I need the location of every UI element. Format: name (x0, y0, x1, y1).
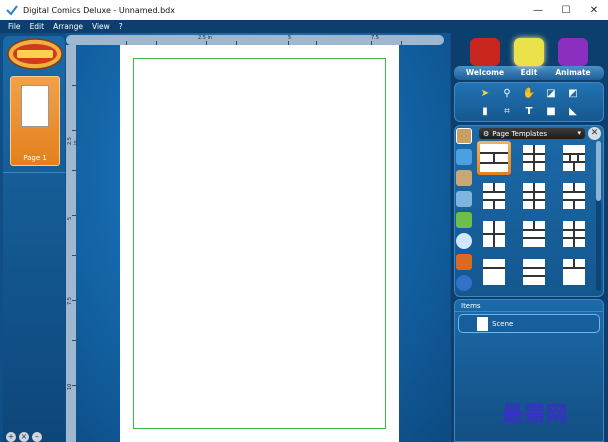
effects-category-icon[interactable] (456, 254, 472, 270)
template-item[interactable] (557, 141, 591, 175)
text-tool-icon[interactable]: T (522, 104, 536, 118)
template-category-dropdown[interactable]: ⚙ Page Templates ▾ (479, 128, 585, 139)
ruler-label: 7.5 (371, 35, 379, 41)
page-thumbnail[interactable]: Page 1 (10, 76, 60, 166)
template-item[interactable] (477, 179, 511, 213)
ruler-label: 10 (67, 383, 73, 390)
window-title: Digital Comics Deluxe - Unnamed.bdx (23, 5, 175, 15)
characters-category-icon[interactable] (456, 170, 472, 186)
divider (455, 311, 603, 312)
animate-icon (558, 38, 588, 66)
close-panel-button[interactable]: ✕ (588, 127, 601, 140)
items-panel-title: Items (461, 302, 481, 310)
menu-view[interactable]: View (92, 22, 110, 31)
item-label: Scene (492, 320, 514, 328)
template-item[interactable] (477, 255, 511, 289)
dropdown-label: Page Templates (492, 129, 548, 138)
rectangle-icon[interactable]: ■ (544, 104, 558, 118)
minimize-button[interactable]: — (524, 0, 552, 20)
bring-forward-icon[interactable]: ◪ (544, 86, 558, 100)
templates-panel: ⚙ Page Templates ▾ ✕ (454, 125, 604, 297)
pages-panel: Page 1 (3, 36, 65, 442)
watermark: 最需网 (502, 401, 568, 426)
page-thumbnail-sheet (21, 85, 49, 127)
page-margin-guide (133, 58, 386, 429)
menu-arrange[interactable]: Arrange (53, 22, 83, 31)
menu-help[interactable]: ? (119, 22, 123, 31)
ruler-label: 7.5 (67, 297, 73, 305)
ruler-label: 5 (288, 35, 292, 41)
backgrounds-category-icon[interactable] (456, 149, 472, 165)
balloon-icon[interactable]: ◣ (566, 104, 580, 118)
menu-edit[interactable]: Edit (30, 22, 45, 31)
template-item[interactable] (517, 179, 551, 213)
crop-icon[interactable]: ⌗ (500, 104, 514, 118)
welcome-icon (470, 38, 500, 66)
tool-palette: ➤ ⚲ ✋ ◪ ◩ ▮ ⌗ T ■ ◣ (454, 82, 604, 122)
item-scene[interactable]: Scene (458, 314, 600, 333)
divider (3, 172, 65, 173)
animate-label: Animate (555, 68, 591, 77)
welcome-label: Welcome (465, 68, 505, 77)
send-back-icon[interactable]: ◩ (566, 86, 580, 100)
select-arrow-icon[interactable]: ➤ (478, 86, 492, 100)
animate-mode-button[interactable]: Animate (550, 36, 596, 80)
edit-mode-button[interactable]: Edit (506, 36, 552, 80)
maximize-button[interactable]: ☐ (552, 0, 580, 20)
edit-label: Edit (520, 68, 538, 77)
page-controls: + × – (6, 432, 45, 442)
ruler-label: 5 (67, 216, 73, 220)
pan-hand-icon[interactable]: ✋ (522, 86, 536, 100)
templates-category-icon[interactable] (456, 128, 472, 144)
template-item[interactable] (517, 217, 551, 251)
horizontal-ruler: 2.5 in 5 7.5 (66, 35, 444, 45)
comic-page-canvas[interactable] (120, 45, 399, 442)
menu-file[interactable]: File (8, 22, 21, 31)
balloons-category-icon[interactable] (456, 233, 472, 249)
zoom-icon[interactable]: ⚲ (500, 86, 514, 100)
mode-switcher: Welcome Edit Animate (454, 36, 604, 80)
welcome-mode-button[interactable]: Welcome (462, 36, 508, 80)
title-bar: Digital Comics Deluxe - Unnamed.bdx — ☐ … (0, 0, 608, 20)
text-effects-category-icon[interactable] (456, 275, 472, 291)
panel-tool-icon[interactable]: ▮ (478, 104, 492, 118)
template-item[interactable] (557, 217, 591, 251)
template-item[interactable] (517, 141, 551, 175)
app-icon (6, 5, 18, 16)
nature-category-icon[interactable] (456, 212, 472, 228)
ruler-label: 2.5 in (67, 137, 79, 145)
chevron-down-icon: ▾ (577, 129, 581, 137)
ruler-label: 2.5 in (198, 35, 213, 41)
menu-bar: File Edit Arrange View ? (0, 20, 608, 33)
scrollbar-thumb[interactable] (596, 141, 601, 201)
props-category-icon[interactable] (456, 191, 472, 207)
template-item[interactable] (557, 255, 591, 289)
templates-scrollbar[interactable] (596, 141, 601, 291)
template-item[interactable] (517, 255, 551, 289)
page-options-button[interactable]: – (32, 432, 42, 442)
template-item[interactable] (557, 179, 591, 213)
gear-icon: ⚙ (483, 129, 490, 138)
delete-page-button[interactable]: × (19, 432, 29, 442)
close-button[interactable]: ✕ (580, 0, 608, 20)
app-logo (7, 38, 63, 70)
vertical-ruler: 2.5 in 5 7.5 10 (66, 45, 79, 442)
template-item[interactable] (477, 141, 511, 175)
add-page-button[interactable]: + (6, 432, 16, 442)
template-item[interactable] (477, 217, 511, 251)
scene-icon (477, 317, 488, 331)
edit-icon (514, 38, 544, 66)
page-label: Page 1 (23, 154, 47, 162)
